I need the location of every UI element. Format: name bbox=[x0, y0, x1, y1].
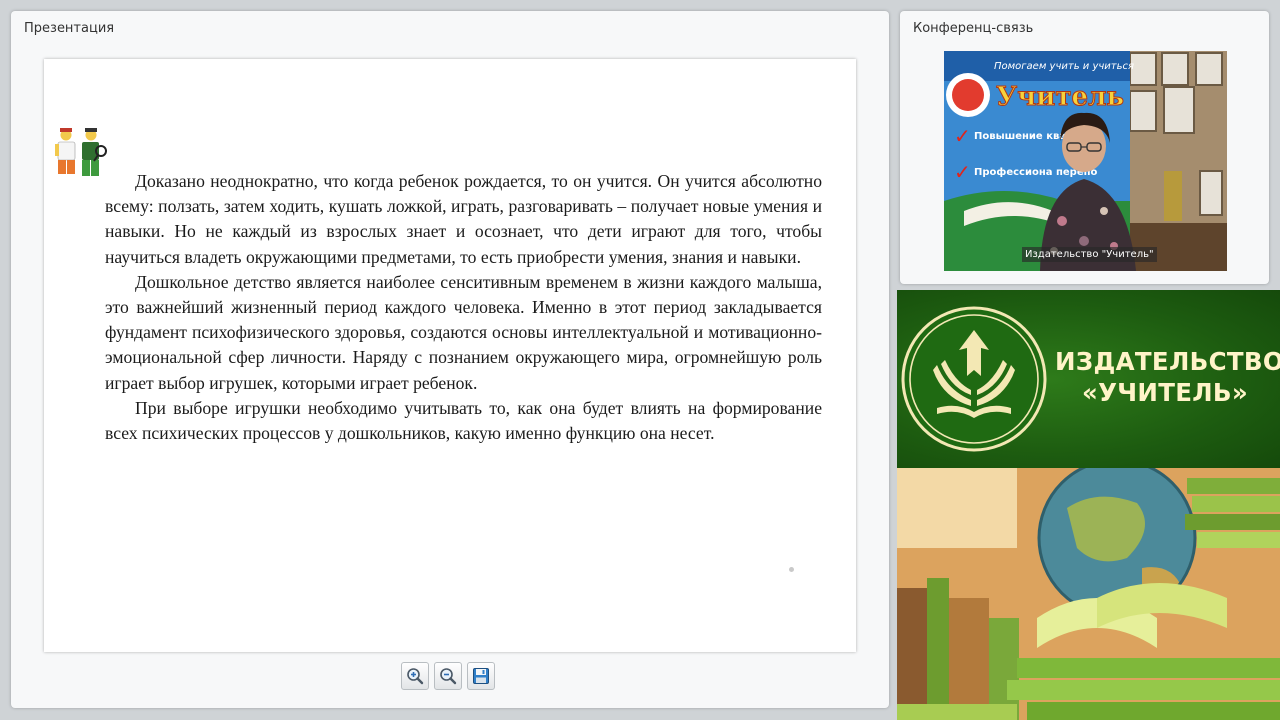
books-globe-image bbox=[897, 468, 1280, 720]
floppy-disk-icon bbox=[473, 668, 489, 684]
zoom-in-button[interactable] bbox=[401, 662, 429, 690]
svg-text:✓: ✓ bbox=[954, 160, 971, 184]
poster-slogan: Помогаем учить и учиться bbox=[994, 61, 1134, 72]
poster-brand: Учитель bbox=[996, 82, 1124, 112]
conference-panel-title: Конференц-связь bbox=[913, 21, 1034, 36]
lego-figures-icon bbox=[55, 128, 107, 176]
presentation-toolbar bbox=[401, 662, 495, 694]
publisher-name-line-2: «УЧИТЕЛЬ» bbox=[1081, 378, 1249, 407]
publisher-name: ИЗДАТЕЛЬСТВО «УЧИТЕЛЬ» bbox=[1055, 346, 1280, 408]
presentation-slide: Доказано неоднократно, что когда ребенок… bbox=[44, 59, 856, 652]
video-caption: Издательство "Учитель" bbox=[1022, 247, 1157, 262]
video-frame: Помогаем учить и учиться Учитель Повышен… bbox=[944, 51, 1227, 271]
save-button[interactable] bbox=[467, 662, 495, 690]
publisher-logo-icon bbox=[901, 306, 1047, 452]
zoom-out-icon bbox=[440, 668, 457, 685]
brand-banner: ИЗДАТЕЛЬСТВО «УЧИТЕЛЬ» bbox=[897, 290, 1280, 468]
slide-paragraph-2: Дошкольное детство является наиболее сен… bbox=[105, 271, 822, 393]
video-feed[interactable]: Помогаем учить и учиться Учитель Повышен… bbox=[944, 51, 1227, 271]
slide-paragraph-1: Доказано неоднократно, что когда ребенок… bbox=[105, 171, 822, 267]
slide-text: Доказано неоднократно, что когда ребенок… bbox=[105, 169, 822, 446]
presentation-panel-title: Презентация bbox=[24, 21, 115, 36]
svg-text:✓: ✓ bbox=[954, 124, 971, 148]
conference-panel: Конференц-связь Помогаем учить и учиться… bbox=[900, 11, 1269, 284]
books-globe-illustration bbox=[897, 468, 1280, 720]
zoom-in-icon bbox=[407, 668, 424, 685]
presentation-panel: Презентация Доказано неоднократно, что к… bbox=[11, 11, 889, 708]
slide-paragraph-3: При выборе игрушки необходимо учитывать … bbox=[105, 397, 822, 444]
publisher-name-line-1: ИЗДАТЕЛЬСТВО bbox=[1055, 347, 1280, 376]
slide-marker-dot bbox=[789, 567, 794, 572]
zoom-out-button[interactable] bbox=[434, 662, 462, 690]
